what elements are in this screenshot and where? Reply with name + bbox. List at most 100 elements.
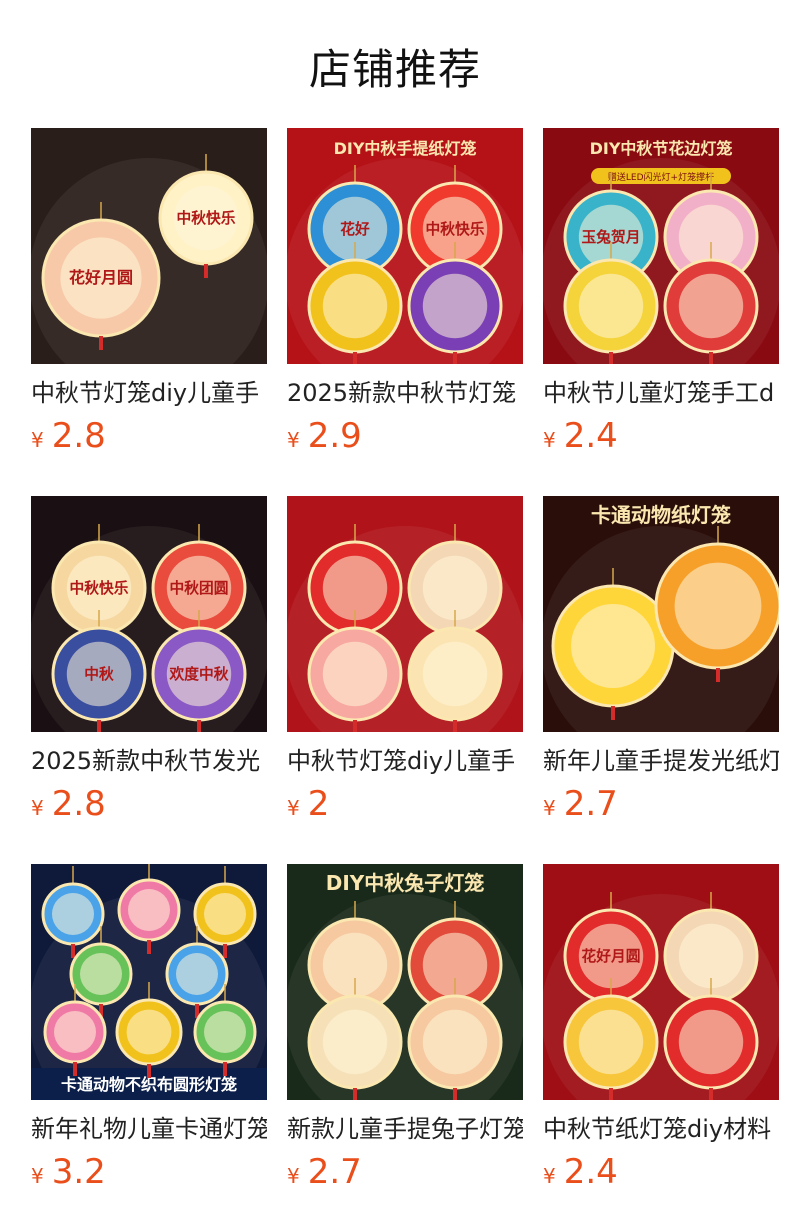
image-banner-text: DIY中秋兔子灯笼	[326, 871, 485, 895]
lantern-tassel	[353, 352, 357, 364]
lantern-label: 花好	[340, 220, 370, 238]
lantern-tassel	[453, 1088, 457, 1100]
currency-symbol: ¥	[31, 1164, 44, 1188]
lantern-tassel	[99, 336, 103, 350]
lantern-label: 欢度中秋	[169, 665, 229, 683]
product-card[interactable]: DIY中秋兔子灯笼新款儿童手提兔子灯笼 ¥2.7	[287, 864, 523, 1199]
product-title[interactable]: 2025新款中秋节发光	[31, 744, 267, 778]
image-subtext: 赠送LED闪光灯+灯笼撑杆	[608, 171, 714, 183]
product-price: ¥2	[287, 784, 523, 824]
lantern-tassel	[709, 1088, 713, 1100]
product-title[interactable]: 新年儿童手提发光纸灯	[543, 744, 779, 778]
lantern-glow	[422, 641, 488, 707]
currency-symbol: ¥	[543, 796, 556, 820]
lantern-glow	[322, 273, 388, 339]
lantern-glow	[204, 1011, 246, 1053]
currency-symbol: ¥	[31, 428, 44, 452]
product-price: ¥2.4	[543, 416, 779, 456]
price-value: 2.7	[307, 1152, 362, 1192]
product-price: ¥2.8	[31, 784, 267, 824]
lantern-tassel	[611, 706, 615, 720]
lantern-glow	[204, 893, 246, 935]
product-card[interactable]: 花好月圆 中秋快乐中秋节灯笼diy儿童手 ¥2.8	[31, 128, 267, 463]
price-value: 2.7	[563, 784, 618, 824]
lantern-tassel	[453, 720, 457, 732]
image-banner-text: DIY中秋节花边灯笼	[590, 139, 733, 158]
product-card[interactable]: DIY中秋节花边灯笼 赠送LED闪光灯+灯笼撑杆 玉兔贺月 中秋节儿童灯笼手工d ¥2.…	[543, 128, 779, 463]
product-price: ¥2.8	[31, 416, 267, 456]
lantern-tassel	[353, 720, 357, 732]
product-image[interactable]: 中秋快乐 中秋团圆中秋 欢度中秋	[31, 496, 267, 732]
product-card[interactable]: 中秋快乐 中秋团圆中秋 欢度中秋 2025新款中秋节发光 ¥2.8	[31, 496, 267, 831]
lantern-label: 中秋快乐	[70, 579, 129, 597]
product-image-art: DIY中秋手提纸灯笼花好 中秋快乐	[287, 128, 523, 364]
lantern-tassel	[716, 668, 720, 682]
lantern-label: 花好月圆	[69, 268, 133, 287]
product-image[interactable]: 花好月圆 中秋快乐	[31, 128, 267, 364]
product-image-art: 卡通动物纸灯笼	[543, 496, 779, 732]
lantern-glow	[578, 1009, 644, 1075]
product-card[interactable]: 卡通动物不织布圆形灯笼新年礼物儿童卡通灯笼 ¥3.2	[31, 864, 267, 1199]
lantern-glow	[126, 1009, 172, 1055]
lantern-label: 中秋快乐	[177, 209, 236, 227]
lantern-tassel	[609, 1088, 613, 1100]
product-card[interactable]: 中秋节灯笼diy儿童手 ¥2	[287, 496, 523, 831]
lantern-glow	[322, 641, 388, 707]
image-banner-text: DIY中秋手提纸灯笼	[334, 139, 477, 158]
product-title[interactable]: 新款儿童手提兔子灯笼	[287, 1112, 523, 1146]
product-image-art	[287, 496, 523, 732]
currency-symbol: ¥	[543, 428, 556, 452]
lantern-glow	[571, 604, 655, 688]
product-title[interactable]: 2025新款中秋节灯笼	[287, 376, 523, 410]
product-price: ¥3.2	[31, 1152, 267, 1192]
lantern-glow	[54, 1011, 96, 1053]
lantern-tassel	[97, 720, 101, 732]
lantern-glow	[52, 893, 94, 935]
product-price: ¥2.4	[543, 1152, 779, 1192]
lantern-tassel	[353, 1088, 357, 1100]
lantern-glow	[674, 562, 762, 650]
lantern-tassel	[147, 1064, 151, 1078]
product-title[interactable]: 中秋节儿童灯笼手工d	[543, 376, 779, 410]
product-image[interactable]: 卡通动物不织布圆形灯笼	[31, 864, 267, 1100]
lantern-glow	[422, 1009, 488, 1075]
product-price: ¥2.7	[543, 784, 779, 824]
product-image[interactable]: 卡通动物纸灯笼	[543, 496, 779, 732]
product-grid: 花好月圆 中秋快乐 中秋节灯笼diy儿童手 ¥2.8 DIY中秋手提纸灯笼 花好 中秋快乐 2…	[31, 128, 790, 1199]
product-title[interactable]: 中秋节灯笼diy儿童手	[31, 376, 267, 410]
lantern-tassel	[204, 264, 208, 278]
product-title[interactable]: 中秋节纸灯笼diy材料	[543, 1112, 779, 1146]
lantern-glow	[176, 953, 218, 995]
product-image[interactable]: 花好月圆	[543, 864, 779, 1100]
product-image-art: DIY中秋兔子灯笼	[287, 864, 523, 1100]
lantern-label: 花好月圆	[582, 947, 641, 965]
product-title[interactable]: 新年礼物儿童卡通灯笼	[31, 1112, 267, 1146]
product-image[interactable]: DIY中秋手提纸灯笼 花好 中秋快乐	[287, 128, 523, 364]
product-image-art: 花好月圆	[543, 864, 779, 1100]
lantern-tassel	[147, 940, 151, 954]
price-value: 2.4	[563, 416, 618, 456]
lantern-tassel	[223, 944, 227, 958]
product-image[interactable]: DIY中秋节花边灯笼 赠送LED闪光灯+灯笼撑杆 玉兔贺月	[543, 128, 779, 364]
price-value: 2.9	[307, 416, 362, 456]
product-image[interactable]	[287, 496, 523, 732]
currency-symbol: ¥	[287, 1164, 300, 1188]
product-image-art: DIY中秋节花边灯笼赠送LED闪光灯+灯笼撑杆玉兔贺月	[543, 128, 779, 364]
lantern-label: 中秋	[84, 665, 114, 683]
product-image-art: 卡通动物不织布圆形灯笼	[31, 864, 267, 1100]
product-image[interactable]: DIY中秋兔子灯笼	[287, 864, 523, 1100]
currency-symbol: ¥	[287, 428, 300, 452]
image-banner-text: 卡通动物纸灯笼	[591, 503, 731, 527]
product-card[interactable]: DIY中秋手提纸灯笼 花好 中秋快乐 2025新款中秋节灯笼 ¥2.9	[287, 128, 523, 463]
lantern-glow	[80, 953, 122, 995]
price-value: 3.2	[51, 1152, 106, 1192]
product-card[interactable]: 花好月圆中秋节纸灯笼diy材料 ¥2.4	[543, 864, 779, 1199]
product-image-art: 中秋快乐 中秋团圆中秋 欢度中秋	[31, 496, 267, 732]
lantern-label: 中秋团圆	[170, 579, 229, 597]
lantern-tassel	[709, 352, 713, 364]
product-image-art: 花好月圆 中秋快乐	[31, 128, 267, 364]
lantern-tassel	[73, 1062, 77, 1076]
product-title[interactable]: 中秋节灯笼diy儿童手	[287, 744, 523, 778]
product-card[interactable]: 卡通动物纸灯笼新年儿童手提发光纸灯 ¥2.7	[543, 496, 779, 831]
product-price: ¥2.9	[287, 416, 523, 456]
